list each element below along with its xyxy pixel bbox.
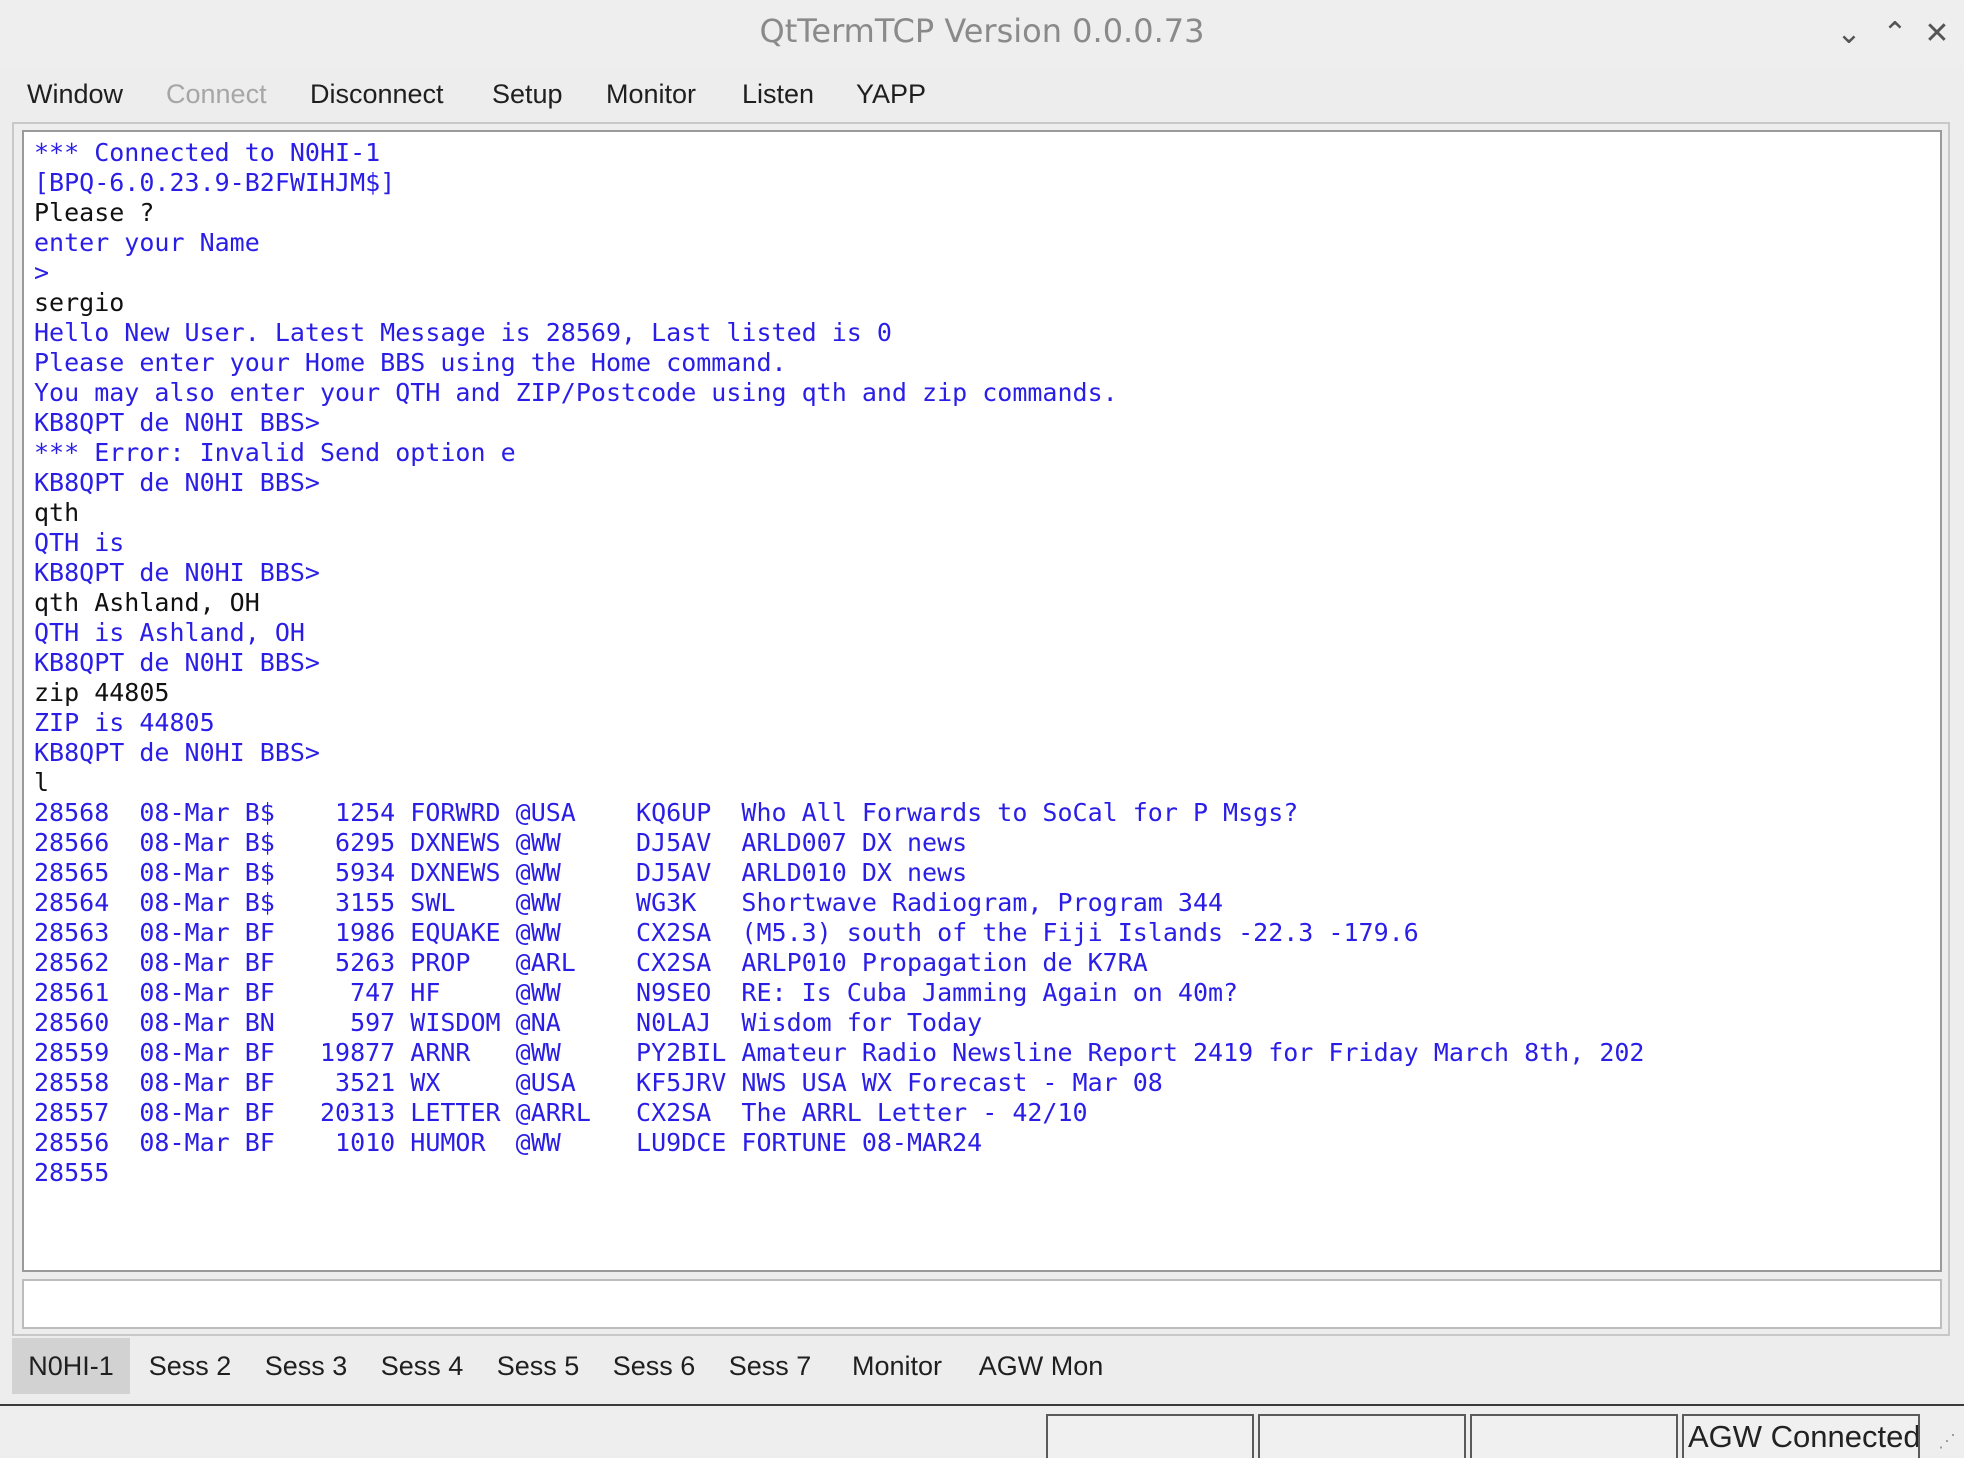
terminal-line: 28562 08-Mar BF 5263 PROP @ARL CX2SA ARL… (34, 948, 1148, 977)
status-cell-3 (1470, 1414, 1678, 1458)
terminal-line: qth (34, 498, 80, 527)
minimize-icon[interactable]: ⌄ (1830, 14, 1868, 54)
terminal-line: [BPQ-6.0.23.9-B2FWIHJM$] (34, 168, 396, 197)
terminal-line: qth Ashland, OH (34, 588, 260, 617)
tab-agw-mon[interactable]: AGW Mon (968, 1338, 1114, 1394)
terminal-line: Please enter your Home BBS using the Hom… (34, 348, 787, 377)
menu-listen[interactable]: Listen (742, 74, 814, 114)
terminal-line: KB8QPT de N0HI BBS> (34, 468, 320, 497)
terminal-line: 28556 08-Mar BF 1010 HUMOR @WW LU9DCE FO… (34, 1128, 983, 1157)
terminal-line: sergio (34, 288, 125, 317)
close-icon[interactable]: ✕ (1918, 14, 1956, 54)
session-tabs: N0HI-1 Sess 2 Sess 3 Sess 4 Sess 5 Sess 6 Sess… (12, 1338, 1112, 1394)
status-bar: AGW Connected ⋰ (0, 1404, 1964, 1458)
tab-sess-3[interactable]: Sess 3 (250, 1338, 362, 1394)
menu-monitor[interactable]: Monitor (606, 74, 696, 114)
tab-sess-2[interactable]: Sess 2 (134, 1338, 246, 1394)
terminal-line: *** Error: Invalid Send option e (34, 438, 516, 467)
tab-sess-7[interactable]: Sess 7 (714, 1338, 826, 1394)
terminal-line: You may also enter your QTH and ZIP/Post… (34, 378, 1118, 407)
terminal-line: Hello New User. Latest Message is 28569,… (34, 318, 892, 347)
maximize-icon[interactable]: ⌃ (1876, 14, 1914, 54)
menu-bar: Window Connect Disconnect Setup Monitor … (0, 68, 1964, 122)
window-title: QtTermTCP Version 0.0.0.73 (759, 12, 1205, 50)
terminal-line: *** Connected to N0HI-1 (34, 138, 381, 167)
title-bar: QtTermTCP Version 0.0.0.73 ⌄ ⌃ ✕ (0, 0, 1964, 69)
terminal-line: KB8QPT de N0HI BBS> (34, 738, 320, 767)
status-cell-1 (1046, 1414, 1254, 1458)
terminal-line: l (34, 768, 50, 797)
menu-window[interactable]: Window (27, 74, 123, 114)
terminal-line: KB8QPT de N0HI BBS> (34, 648, 320, 677)
terminal-line: 28559 08-Mar BF 19877 ARNR @WW PY2BIL Am… (34, 1038, 1645, 1067)
tab-monitor[interactable]: Monitor (830, 1338, 964, 1394)
tab-sess-4[interactable]: Sess 4 (366, 1338, 478, 1394)
tab-sess-5[interactable]: Sess 5 (482, 1338, 594, 1394)
terminal-line: 28557 08-Mar BF 20313 LETTER @ARRL CX2SA… (34, 1098, 1088, 1127)
tab-sess-6[interactable]: Sess 6 (598, 1338, 710, 1394)
terminal-line: 28566 08-Mar B$ 6295 DXNEWS @WW DJ5AV AR… (34, 828, 968, 857)
menu-setup[interactable]: Setup (492, 74, 563, 114)
terminal-output[interactable]: *** Connected to N0HI-1 [BPQ-6.0.23.9-B2F… (22, 130, 1942, 1272)
status-cell-2 (1258, 1414, 1466, 1458)
menu-connect[interactable]: Connect (166, 74, 267, 114)
terminal-line: 28555 (34, 1158, 110, 1187)
terminal-line: enter your Name (34, 228, 260, 257)
terminal-line: 28564 08-Mar B$ 3155 SWL @WW WG3K Shortw… (34, 888, 1224, 917)
terminal-line: 28563 08-Mar BF 1986 EQUAKE @WW CX2SA (M… (34, 918, 1419, 947)
terminal-line: 28560 08-Mar BN 597 WISDOM @NA N0LAJ Wis… (34, 1008, 983, 1037)
terminal-line: > (34, 258, 50, 287)
terminal-line: 28565 08-Mar B$ 5934 DXNEWS @WW DJ5AV AR… (34, 858, 968, 887)
terminal-line: QTH is Ashland, OH (34, 618, 305, 647)
resize-grip-icon[interactable]: ⋰ (1938, 1430, 1960, 1452)
command-input[interactable] (22, 1279, 1942, 1329)
terminal-line: Please ? (34, 198, 155, 227)
agw-status: AGW Connected (1682, 1414, 1920, 1458)
tab-n0hi-1[interactable]: N0HI-1 (12, 1338, 130, 1394)
terminal-line: 28568 08-Mar B$ 1254 FORWRD @USA KQ6UP W… (34, 798, 1299, 827)
terminal-line: ZIP is 44805 (34, 708, 215, 737)
menu-yapp[interactable]: YAPP (856, 74, 926, 114)
terminal-line: QTH is (34, 528, 125, 557)
terminal-line: 28561 08-Mar BF 747 HF @WW N9SEO RE: Is … (34, 978, 1239, 1007)
terminal-line: KB8QPT de N0HI BBS> (34, 558, 320, 587)
menu-disconnect[interactable]: Disconnect (310, 74, 444, 114)
terminal-line: 28558 08-Mar BF 3521 WX @USA KF5JRV NWS … (34, 1068, 1163, 1097)
terminal-line: zip 44805 (34, 678, 170, 707)
terminal-line: KB8QPT de N0HI BBS> (34, 408, 320, 437)
